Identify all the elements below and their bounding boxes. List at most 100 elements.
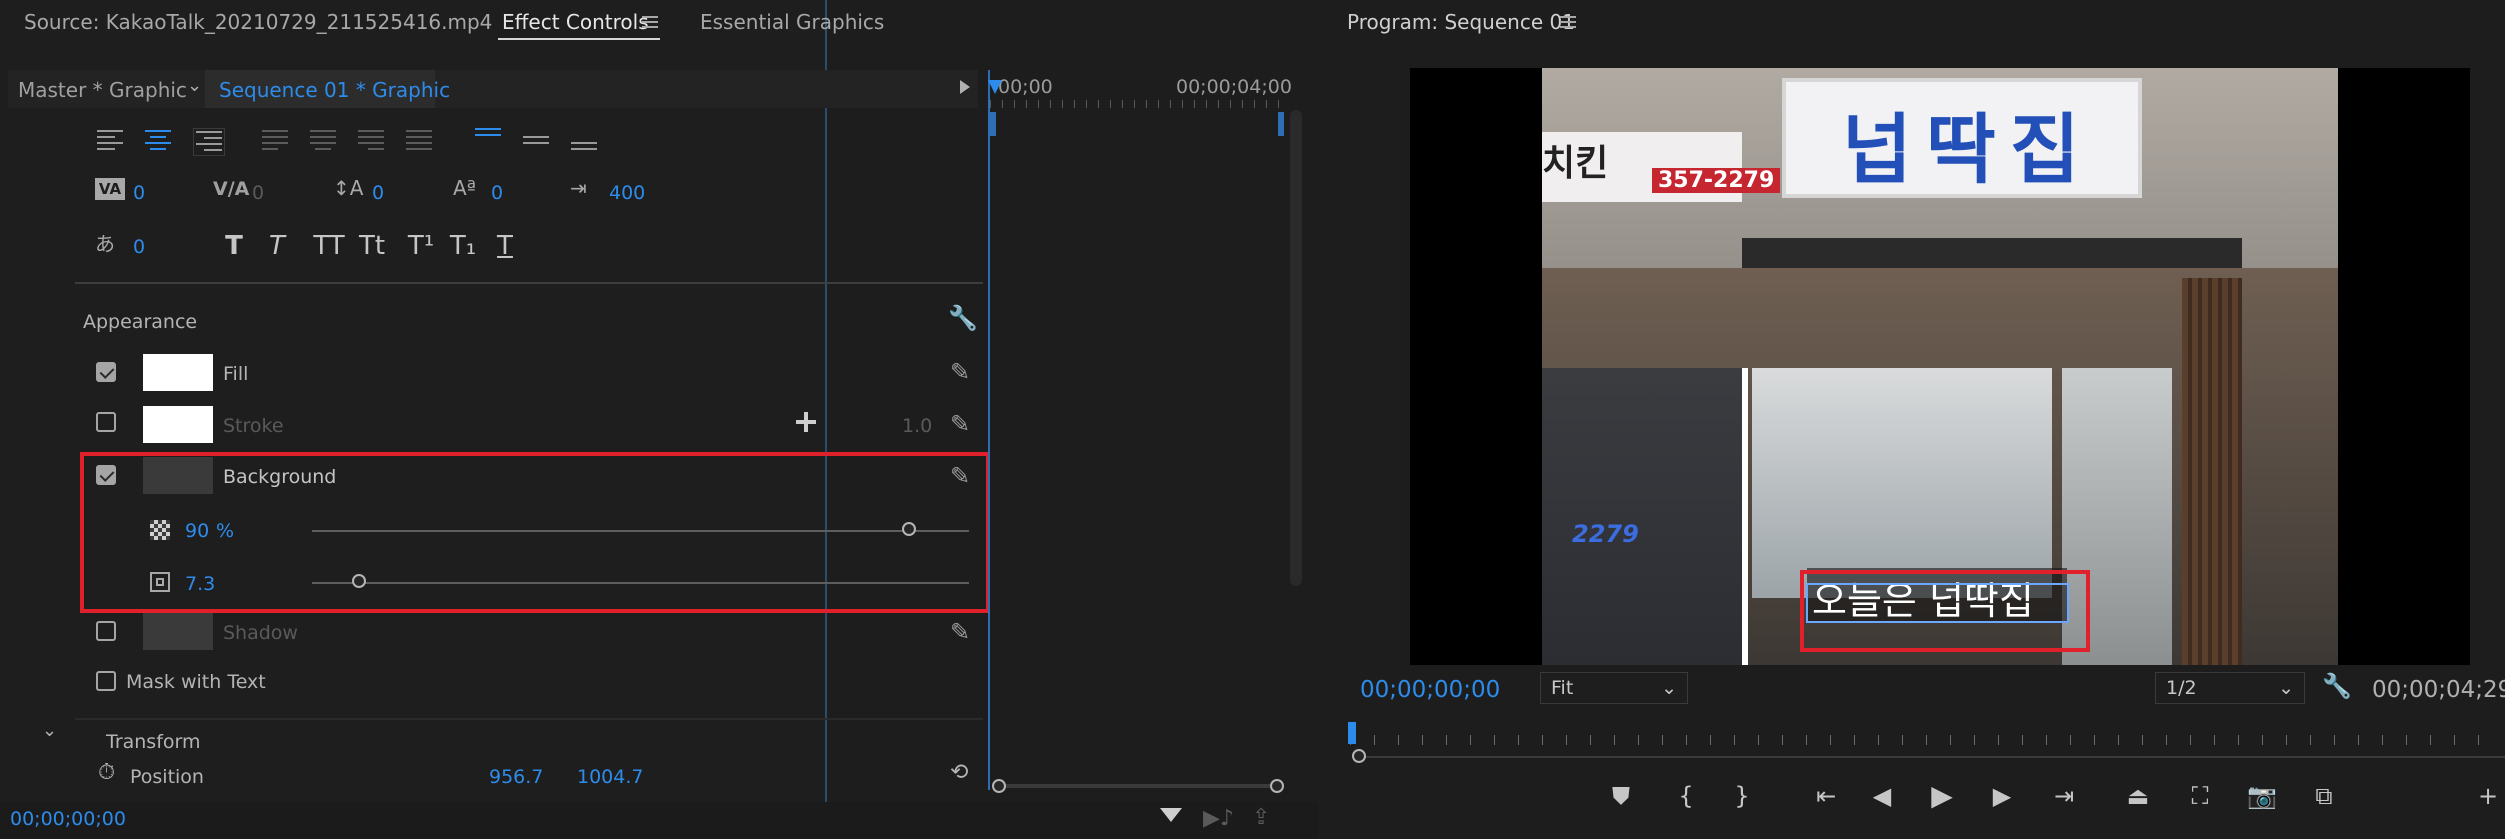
step-back-icon[interactable]: ◀ — [1864, 784, 1900, 808]
export-frame-icon[interactable]: 📷 — [2244, 784, 2280, 808]
all-caps-button[interactable]: TT — [309, 233, 349, 259]
tab-effect-controls[interactable]: Effect Controls — [502, 10, 649, 34]
fill-color-swatch[interactable] — [143, 354, 213, 391]
align-right-icon[interactable] — [193, 128, 225, 156]
size-slider-thumb[interactable] — [352, 574, 366, 588]
master-clip-label[interactable]: Master * Graphic — [18, 78, 187, 102]
shadow-checkbox[interactable] — [96, 621, 116, 641]
mark-in-icon[interactable]: { — [1668, 784, 1704, 808]
align-left-icon[interactable] — [97, 130, 123, 152]
timeline-start-label: 00;00 — [998, 76, 1053, 98]
playhead-marker[interactable] — [988, 80, 1002, 94]
background-label: Background — [223, 466, 337, 488]
reset-icon[interactable]: ⟲ — [950, 760, 968, 785]
tab-width-value[interactable]: 400 — [609, 182, 645, 204]
play-audio-icon[interactable]: ▶♪ — [1203, 806, 1234, 831]
vertical-align-center-icon[interactable] — [523, 136, 549, 158]
export-icon[interactable]: ⇪ — [1252, 805, 1270, 830]
stopwatch-icon[interactable]: ⏱ — [98, 760, 115, 785]
leading-value[interactable]: 0 — [372, 182, 384, 204]
tab-essential-graphics[interactable]: Essential Graphics — [700, 10, 884, 34]
shadow-color-swatch[interactable] — [143, 613, 213, 650]
left-sign-text: 치킨 — [1542, 143, 1609, 184]
play-only-icon[interactable] — [960, 80, 970, 94]
justify-all-icon[interactable] — [406, 130, 432, 152]
sign-text: 넙딱집 — [1842, 105, 2094, 194]
mask-with-text-checkbox[interactable] — [96, 671, 116, 691]
scrub-handle[interactable] — [1352, 749, 1366, 763]
stroke-width-value[interactable]: 1.0 — [902, 415, 932, 437]
tab-source[interactable]: Source: KakaoTalk_20210729_211525416.mp4 — [24, 10, 492, 34]
panel-menu-icon[interactable] — [642, 16, 658, 28]
extract-icon[interactable]: ⛶ — [2182, 784, 2218, 808]
stroke-color-swatch[interactable] — [143, 406, 213, 443]
wrench-icon[interactable]: 🔧 — [948, 306, 978, 330]
size-icon — [150, 572, 170, 592]
zoom-scrollbar[interactable] — [998, 784, 1278, 788]
play-icon[interactable]: ▶ — [1924, 782, 1960, 810]
superscript-button[interactable]: T¹ — [403, 233, 439, 259]
button-editor-plus-icon[interactable]: + — [2470, 784, 2505, 808]
opacity-slider-track[interactable] — [312, 530, 969, 532]
stroke-checkbox[interactable] — [96, 412, 116, 432]
background-checkbox[interactable] — [96, 465, 116, 485]
justify-last-left-icon[interactable] — [262, 130, 288, 152]
scrub-ruler[interactable] — [1350, 735, 2500, 745]
add-marker-icon[interactable]: ⛊ — [1603, 784, 1639, 808]
scrub-track[interactable] — [1360, 756, 2505, 758]
plus-icon[interactable] — [796, 412, 816, 432]
step-forward-icon[interactable]: ▶ — [1984, 784, 2020, 808]
faux-bold-button[interactable]: T — [216, 233, 252, 259]
faux-italic-button[interactable]: T — [259, 233, 295, 259]
section-divider — [75, 282, 983, 284]
underline-button[interactable]: T — [487, 233, 523, 259]
background-color-swatch[interactable] — [143, 457, 213, 494]
zoom-end-handle[interactable] — [1270, 779, 1284, 793]
go-to-in-icon[interactable]: ⇤ — [1808, 784, 1844, 808]
justify-last-right-icon[interactable] — [358, 130, 384, 152]
tsume-value[interactable]: 0 — [133, 236, 145, 258]
comparison-view-icon[interactable]: ⧉ — [2306, 784, 2342, 808]
lift-icon[interactable]: ⏏ — [2120, 784, 2156, 808]
background-eyedropper-icon[interactable]: ✎ — [950, 464, 970, 488]
stroke-eyedropper-icon[interactable]: ✎ — [950, 412, 970, 436]
baseline-shift-value[interactable]: 0 — [491, 182, 503, 204]
window-number: 2279 — [1572, 520, 1639, 548]
fit-dropdown-value: Fit — [1551, 677, 1574, 699]
filter-icon[interactable] — [1160, 808, 1182, 822]
program-timecode[interactable]: 00;00;00;00 — [1360, 677, 1500, 703]
program-monitor-title[interactable]: Program: Sequence 01 — [1347, 10, 1575, 34]
vertical-align-bottom-icon[interactable] — [571, 142, 597, 164]
mark-out-icon[interactable]: } — [1724, 784, 1760, 808]
vertical-scrollbar[interactable] — [1290, 110, 1302, 586]
bottom-timecode[interactable]: 00;00;00;00 — [10, 808, 126, 830]
fit-dropdown[interactable]: Fit ⌄ — [1540, 672, 1688, 704]
kerning-value[interactable]: 0 — [133, 182, 145, 204]
fill-eyedropper-icon[interactable]: ✎ — [950, 360, 970, 384]
program-menu-icon[interactable] — [1560, 16, 1576, 28]
small-caps-button[interactable]: Tt — [352, 233, 392, 259]
size-slider-track[interactable] — [312, 582, 969, 584]
fill-checkbox[interactable] — [96, 362, 116, 382]
chevron-down-icon[interactable]: ⌄ — [187, 75, 202, 96]
vertical-align-top-icon[interactable] — [475, 128, 501, 150]
leading-icon: ↕A — [333, 176, 364, 200]
tracking-value[interactable]: 0 — [252, 182, 264, 204]
justify-last-center-icon[interactable] — [310, 130, 336, 152]
settings-wrench-icon[interactable]: 🔧 — [2322, 674, 2352, 698]
shadow-eyedropper-icon[interactable]: ✎ — [950, 620, 970, 644]
sequence-clip-label[interactable]: Sequence 01 * Graphic — [219, 78, 450, 102]
subscript-button[interactable]: T₁ — [445, 233, 481, 259]
resolution-dropdown[interactable]: 1/2 ⌄ — [2155, 672, 2305, 704]
scrub-playhead[interactable] — [1348, 722, 1356, 744]
chevron-down-icon: ⌄ — [1661, 677, 1677, 699]
background-opacity-value[interactable]: 90 — [185, 520, 209, 542]
position-x-value[interactable]: 956.7 — [489, 766, 543, 788]
position-y-value[interactable]: 1004.7 — [577, 766, 643, 788]
zoom-start-handle[interactable] — [992, 779, 1006, 793]
align-center-icon[interactable] — [145, 130, 171, 152]
chevron-down-icon[interactable]: ⌄ — [42, 720, 57, 741]
background-size-value[interactable]: 7.3 — [185, 573, 215, 595]
opacity-slider-thumb[interactable] — [902, 522, 916, 536]
go-to-out-icon[interactable]: ⇥ — [2046, 784, 2082, 808]
